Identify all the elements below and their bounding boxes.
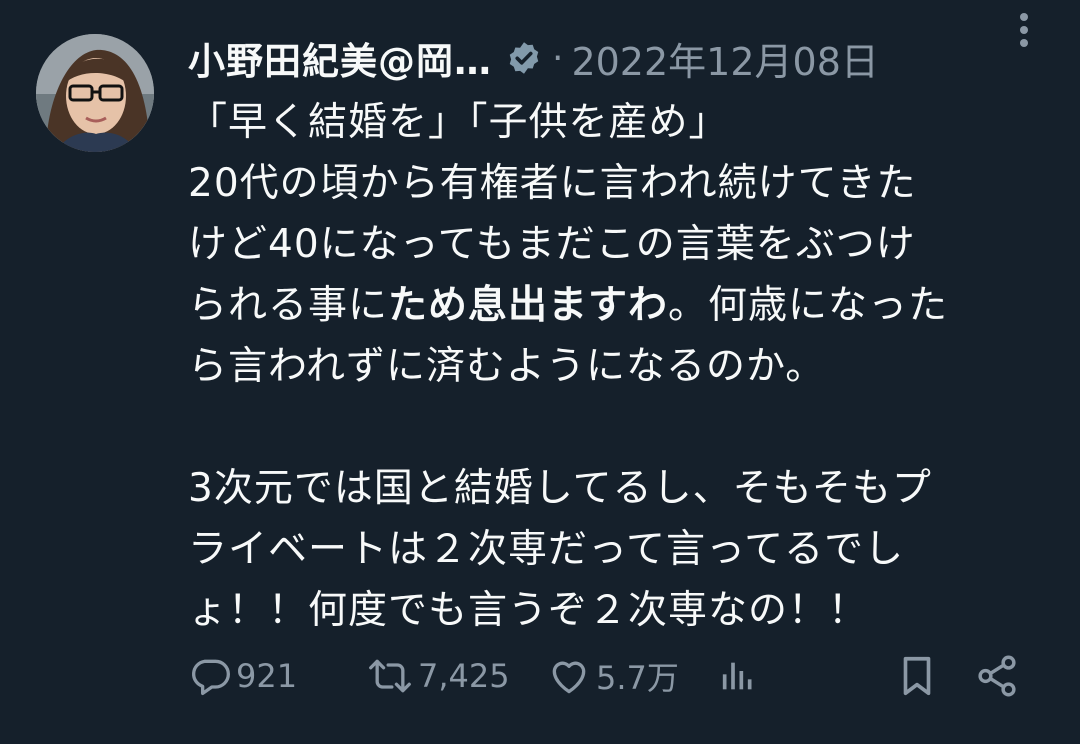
tweet-text-span: られる事に: [188, 283, 389, 328]
retweet-button[interactable]: 7,425: [366, 650, 510, 702]
more-vertical-icon[interactable]: [1014, 10, 1034, 50]
tweet-line: 20代の頃から有権者に言われ続けてきた: [188, 161, 917, 206]
author-name[interactable]: 小野田紀美@岡…: [188, 31, 492, 85]
bar-chart-icon: [718, 654, 758, 698]
tweet-line: られる事にため息出ますわ。何歳になった: [188, 275, 1048, 336]
reply-button[interactable]: 921: [188, 650, 297, 702]
tweet-line: ょ！！何度でも言うぞ２次専なの！！: [188, 588, 869, 633]
avatar[interactable]: [36, 34, 154, 152]
tweet-text-span: 。何歳になった: [668, 283, 949, 328]
tweet-header: 小野田紀美@岡… · 2022年12月08日: [188, 28, 1060, 88]
action-bar: 921 7,425 5.7万: [188, 650, 1048, 702]
share-button[interactable]: [974, 650, 1020, 702]
avatar-image: [36, 34, 154, 152]
tweet[interactable]: 小野田紀美@岡… · 2022年12月08日 「早く結婚を」「子供を産め」 20…: [0, 0, 1080, 744]
heart-icon: [546, 654, 592, 698]
bookmark-icon: [894, 653, 940, 699]
tweet-text: 「早く結婚を」「子供を産め」 20代の頃から有権者に言われ続けてきた けど40に…: [188, 92, 1048, 641]
retweet-count: 7,425: [418, 657, 510, 695]
tweet-line: ライベートは２次専だって言ってるでし: [188, 527, 905, 572]
retweet-icon: [366, 654, 414, 698]
share-icon: [974, 653, 1020, 699]
like-button[interactable]: 5.7万: [546, 650, 679, 702]
reply-count: 921: [236, 657, 298, 695]
tweet-line: ら言われずに済むようになるのか。: [188, 344, 826, 389]
bookmark-button[interactable]: [894, 650, 940, 702]
header-separator: ·: [552, 37, 564, 79]
tweet-line: 3次元では国と結婚してるし、そもそもプ: [188, 466, 932, 511]
tweet-date[interactable]: 2022年12月08日: [571, 31, 878, 86]
tweet-line: 「早く結婚を」「子供を産め」: [188, 100, 729, 145]
tweet-bold-text: ため息出ますわ: [388, 283, 669, 328]
like-count: 5.7万: [596, 659, 679, 697]
views-button[interactable]: [718, 650, 758, 702]
tweet-line: けど40になってもまだこの言葉をぶつけ: [188, 222, 916, 267]
reply-icon: [188, 654, 232, 698]
verified-badge-icon: [506, 40, 542, 76]
